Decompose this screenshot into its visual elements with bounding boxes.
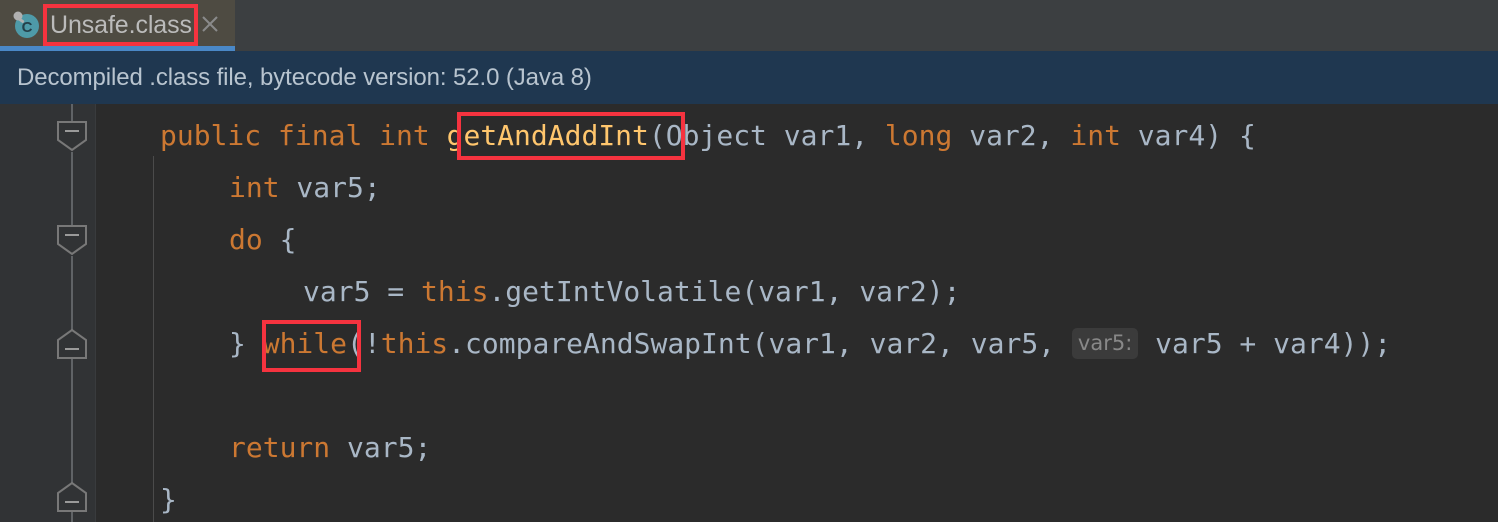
code-token: int [229, 171, 280, 204]
code-token: do [229, 223, 263, 256]
code-content[interactable]: public final int getAndAddInt(Object var… [0, 104, 1391, 522]
code-token: final [278, 119, 363, 152]
code-token: var5 = [303, 275, 422, 308]
code-token: this [380, 327, 449, 360]
code-token: var5; [330, 431, 432, 464]
code-token: while [262, 327, 348, 360]
code-line-get-int-volatile[interactable]: var5 = this.getIntVolatile(var1, var2); [303, 266, 960, 318]
intellij-decompiled-class-window: C Unsafe.class Decompiled .class file, b… [0, 0, 1498, 522]
editor-tab-label: Unsafe.class [50, 11, 192, 39]
code-editor[interactable]: public final int getAndAddInt(Object var… [0, 104, 1498, 522]
code-token: int [379, 119, 430, 152]
code-line-int-var5[interactable]: int var5; [229, 162, 381, 214]
code-line-return[interactable]: return var5; [229, 422, 431, 474]
code-token: var2, [952, 119, 1071, 152]
close-icon[interactable] [198, 12, 222, 36]
code-token: (Object var1, [648, 119, 885, 152]
java-class-decompiled-icon: C [11, 10, 41, 40]
editor-tab-bar: C Unsafe.class [0, 0, 1498, 51]
code-token: { [262, 223, 297, 256]
code-token: (! [347, 327, 381, 360]
code-token: var4) { [1120, 119, 1256, 152]
code-token: var5 + var4)); [1138, 327, 1392, 360]
code-token: .getIntVolatile(var1, var2); [488, 275, 961, 308]
code-line-close-brace[interactable]: } [160, 474, 177, 522]
indent-guide-level-1 [153, 156, 154, 522]
method-name-token: getAndAddInt [446, 119, 649, 152]
decompiled-file-banner-text: Decompiled .class file, bytecode version… [17, 63, 592, 91]
code-token: } [229, 327, 263, 360]
code-token: var5; [279, 171, 381, 204]
inlay-parameter-hint: var5: [1071, 328, 1139, 359]
code-line-while[interactable]: } while(!this.compareAndSwapInt(var1, va… [229, 318, 1391, 370]
code-token: public [160, 119, 262, 152]
code-line-method-signature[interactable]: public final int getAndAddInt(Object var… [160, 110, 1256, 162]
code-token: return [229, 431, 331, 464]
code-token: this [421, 275, 489, 308]
decompiled-file-banner: Decompiled .class file, bytecode version… [0, 51, 1498, 104]
code-line-do[interactable]: do { [229, 214, 296, 266]
editor-tab-unsafe-class[interactable]: C Unsafe.class [0, 0, 235, 51]
code-token: long [884, 119, 953, 152]
code-token: .compareAndSwapInt(var1, var2, var5, [448, 327, 1072, 360]
code-token: } [160, 483, 177, 516]
code-token: int [1070, 119, 1121, 152]
